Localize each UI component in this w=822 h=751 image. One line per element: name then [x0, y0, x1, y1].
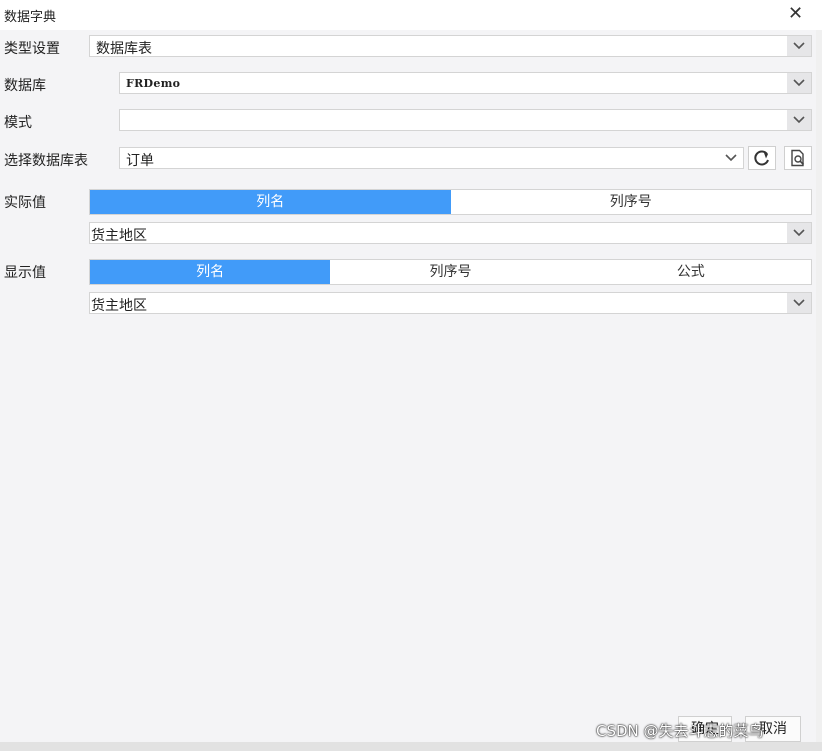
table-value: 订单 — [126, 153, 154, 169]
preview-document-icon — [791, 149, 805, 167]
chevron-down-icon[interactable] — [787, 36, 811, 56]
type-setting-dropdown[interactable]: 数据库表 — [89, 35, 812, 57]
display-value-mode-selector[interactable]: 列名 列序号 公式 — [89, 259, 812, 285]
display-value-column-dropdown[interactable]: 货主地区 — [89, 292, 812, 314]
chevron-down-icon[interactable] — [719, 148, 743, 168]
chevron-down-icon[interactable] — [787, 110, 811, 130]
database-dropdown[interactable]: FRDemo — [119, 72, 812, 94]
window-title: 数据字典 — [4, 10, 57, 25]
schema-label: 模式 — [4, 115, 32, 131]
database-label: 数据库 — [4, 78, 46, 94]
schema-dropdown[interactable] — [119, 109, 812, 131]
title-bar: 数据字典 ✕ — [0, 0, 822, 30]
bottom-edge — [0, 742, 822, 751]
display-value-option-column-name[interactable]: 列名 — [90, 260, 331, 284]
actual-value-label: 实际值 — [4, 195, 46, 211]
actual-value-column-dropdown[interactable]: 货主地区 — [89, 222, 812, 244]
type-setting-label: 类型设置 — [4, 41, 60, 57]
actual-value-column-value: 货主地区 — [91, 228, 147, 244]
table-label: 选择数据库表 — [4, 153, 88, 169]
display-value-option-column-index[interactable]: 列序号 — [330, 260, 570, 284]
display-value-label: 显示值 — [4, 265, 46, 281]
actual-value-option-column-index[interactable]: 列序号 — [451, 190, 812, 214]
preview-button[interactable] — [784, 146, 812, 170]
chevron-down-icon[interactable] — [787, 73, 811, 93]
database-value: FRDemo — [126, 77, 181, 90]
refresh-icon — [754, 150, 769, 166]
close-icon[interactable]: ✕ — [788, 5, 804, 23]
chevron-down-icon[interactable] — [787, 293, 811, 313]
watermark: CSDN @失去斗志的菜鸟 — [596, 722, 764, 740]
display-value-option-formula[interactable]: 公式 — [571, 260, 811, 284]
table-dropdown[interactable]: 订单 — [119, 147, 744, 169]
refresh-button[interactable] — [748, 146, 776, 170]
actual-value-option-column-name[interactable]: 列名 — [90, 190, 451, 214]
right-edge — [816, 30, 822, 742]
display-value-column-value: 货主地区 — [91, 298, 147, 314]
type-setting-value: 数据库表 — [96, 41, 152, 57]
actual-value-mode-selector[interactable]: 列名 列序号 — [89, 189, 812, 215]
chevron-down-icon[interactable] — [787, 223, 811, 243]
